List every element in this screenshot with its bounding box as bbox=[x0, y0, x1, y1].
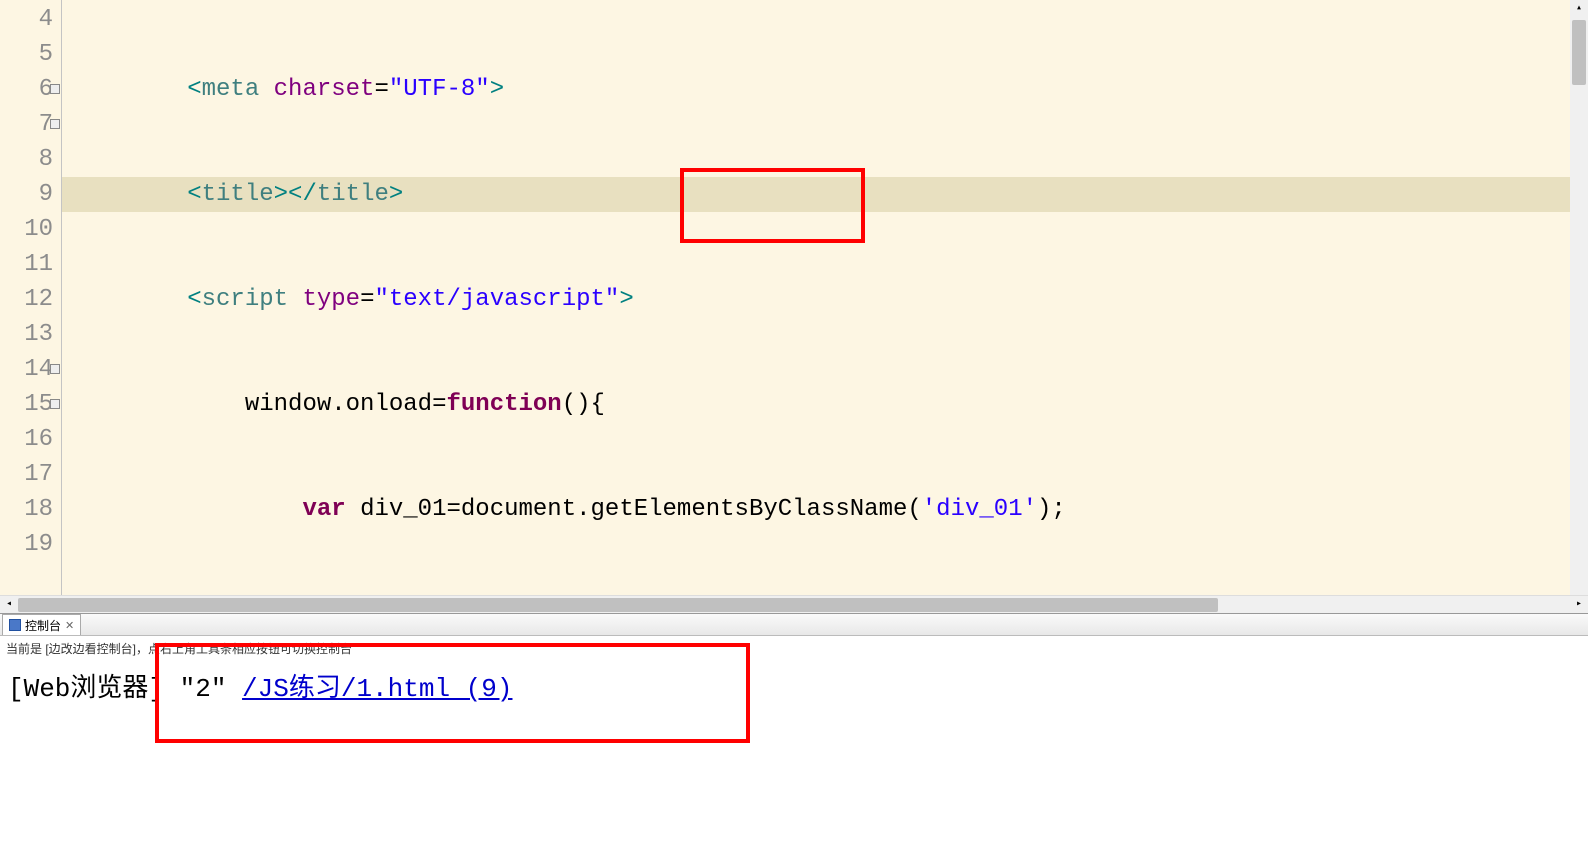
line-number: 19 bbox=[0, 527, 53, 562]
scrollbar-thumb[interactable] bbox=[1572, 20, 1586, 85]
console-panel: 控制台 ✕ 当前是 [边改边看控制台]，点右上角工具条相应按钮可切换控制台 [W… bbox=[0, 613, 1588, 863]
scrollbar-thumb[interactable] bbox=[18, 598, 1218, 612]
line-number: 9 bbox=[0, 177, 53, 212]
line-number: 18 bbox=[0, 492, 53, 527]
console-hint-text: 当前是 [边改边看控制台]，点右上角工具条相应按钮可切换控制台 bbox=[0, 636, 1588, 661]
fold-marker-icon[interactable] bbox=[50, 84, 60, 94]
fold-marker-icon[interactable] bbox=[50, 119, 60, 129]
line-number: 14 bbox=[0, 352, 53, 387]
line-number: 8 bbox=[0, 142, 53, 177]
line-number: 4 bbox=[0, 2, 53, 37]
code-line: <meta charset="UTF-8"> bbox=[62, 72, 1588, 107]
line-number: 11 bbox=[0, 247, 53, 282]
line-number: 7 bbox=[0, 107, 53, 142]
console-tab[interactable]: 控制台 ✕ bbox=[2, 614, 81, 635]
console-tabbar: 控制台 ✕ bbox=[0, 614, 1588, 636]
code-line: var div_01=document.getElementsByClassNa… bbox=[62, 492, 1588, 527]
console-tab-label: 控制台 bbox=[25, 617, 61, 634]
code-line-active: <title></title> bbox=[62, 177, 1588, 212]
scrollbar-up-arrow-icon[interactable]: ▴ bbox=[1570, 0, 1588, 18]
line-number: 6 bbox=[0, 72, 53, 107]
console-output-line: [Web浏览器] "2" /JS练习/1.html (9) bbox=[0, 661, 1588, 710]
code-line: window.onload=function(){ bbox=[62, 387, 1588, 422]
code-editor[interactable]: 4 5 6 7 8 9 10 11 12 13 14 15 16 17 18 1… bbox=[0, 0, 1588, 595]
console-source-label: [Web浏览器] bbox=[8, 674, 164, 704]
scrollbar-left-arrow-icon[interactable]: ◂ bbox=[0, 596, 18, 614]
console-log-value: "2" bbox=[180, 674, 227, 704]
console-icon bbox=[9, 619, 21, 631]
code-line: <script type="text/javascript"> bbox=[62, 282, 1588, 317]
scrollbar-right-arrow-icon[interactable]: ▸ bbox=[1570, 596, 1588, 614]
line-number: 17 bbox=[0, 457, 53, 492]
close-icon[interactable]: ✕ bbox=[65, 619, 74, 632]
line-number: 12 bbox=[0, 282, 53, 317]
line-number: 13 bbox=[0, 317, 53, 352]
horizontal-scrollbar[interactable]: ◂ ▸ bbox=[0, 595, 1588, 613]
console-source-link[interactable]: /JS练习/1.html (9) bbox=[242, 674, 512, 704]
line-number: 16 bbox=[0, 422, 53, 457]
code-text-area[interactable]: <meta charset="UTF-8"> <title></title> <… bbox=[62, 0, 1588, 595]
fold-marker-icon[interactable] bbox=[50, 364, 60, 374]
line-number: 15 bbox=[0, 387, 53, 422]
line-number: 10 bbox=[0, 212, 53, 247]
vertical-scrollbar[interactable]: ▴ bbox=[1570, 0, 1588, 595]
fold-marker-icon[interactable] bbox=[50, 399, 60, 409]
line-number: 5 bbox=[0, 37, 53, 72]
line-number-gutter: 4 5 6 7 8 9 10 11 12 13 14 15 16 17 18 1… bbox=[0, 0, 62, 595]
